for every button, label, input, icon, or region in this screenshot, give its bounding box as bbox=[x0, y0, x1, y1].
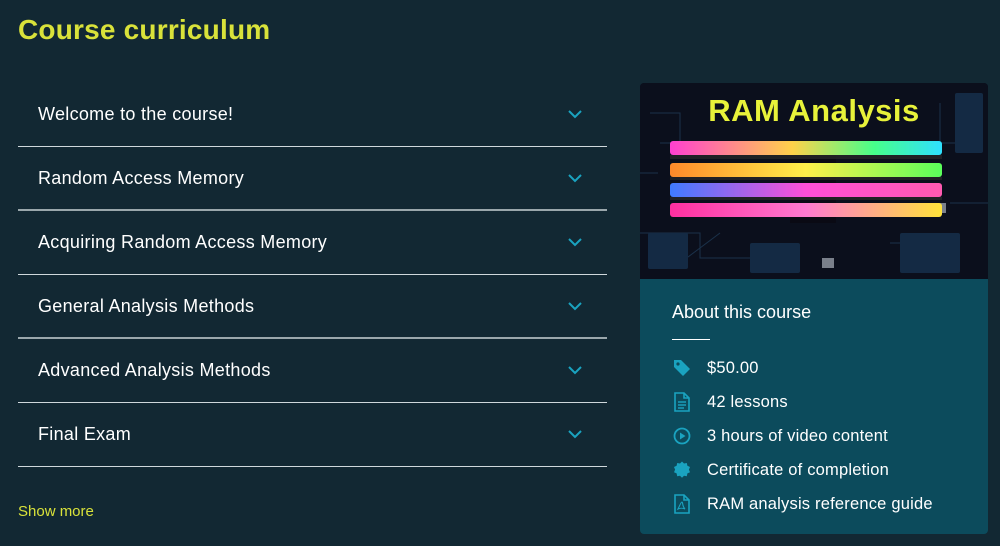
section-advanced-analysis[interactable]: Advanced Analysis Methods bbox=[18, 339, 607, 403]
curriculum-accordion: Welcome to the course! Random Access Mem… bbox=[18, 83, 607, 467]
section-label: Welcome to the course! bbox=[38, 104, 234, 124]
chevron-down-icon[interactable] bbox=[567, 363, 583, 379]
feature-text: $50.00 bbox=[707, 358, 759, 377]
about-heading: About this course bbox=[672, 302, 812, 322]
section-general-analysis[interactable]: General Analysis Methods bbox=[18, 275, 607, 339]
banner-title: RAM Analysis bbox=[708, 93, 920, 128]
feature-reference-guide: RAM analysis reference guide bbox=[672, 494, 933, 514]
certificate-badge-icon bbox=[672, 460, 692, 480]
feature-video: 3 hours of video content bbox=[672, 426, 888, 446]
play-circle-icon bbox=[672, 426, 692, 446]
section-acquiring-ram[interactable]: Acquiring Random Access Memory bbox=[18, 211, 607, 275]
chevron-down-icon[interactable] bbox=[567, 235, 583, 251]
heading-divider bbox=[672, 339, 710, 340]
feature-text: RAM analysis reference guide bbox=[707, 494, 933, 513]
section-label: Final Exam bbox=[38, 424, 132, 444]
section-label: Random Access Memory bbox=[38, 167, 245, 188]
chevron-down-icon[interactable] bbox=[567, 427, 583, 443]
feature-certificate: Certificate of completion bbox=[672, 460, 889, 480]
course-info-card: RAM Analysis About this course $50.00 42… bbox=[640, 83, 988, 534]
section-random-access-memory[interactable]: Random Access Memory bbox=[18, 147, 607, 211]
section-label: Advanced Analysis Methods bbox=[38, 360, 271, 380]
section-label: Acquiring Random Access Memory bbox=[38, 232, 328, 252]
feature-price: $50.00 bbox=[672, 358, 759, 378]
feature-text: 3 hours of video content bbox=[707, 426, 888, 445]
page-title: Course curriculum bbox=[18, 14, 271, 45]
section-welcome[interactable]: Welcome to the course! bbox=[18, 83, 607, 147]
feature-text: 42 lessons bbox=[707, 392, 788, 411]
chevron-down-icon[interactable] bbox=[567, 298, 583, 314]
chevron-down-icon[interactable] bbox=[567, 170, 583, 186]
section-label: General Analysis Methods bbox=[38, 295, 255, 316]
show-more-link[interactable]: Show more bbox=[18, 503, 94, 520]
section-final-exam[interactable]: Final Exam bbox=[18, 403, 607, 467]
document-icon bbox=[672, 392, 692, 412]
price-tag-icon bbox=[672, 358, 692, 378]
course-banner-image: RAM Analysis bbox=[640, 83, 988, 279]
feature-lessons: 42 lessons bbox=[672, 392, 788, 412]
chevron-down-icon[interactable] bbox=[567, 107, 583, 123]
feature-text: Certificate of completion bbox=[707, 460, 889, 479]
pdf-file-icon bbox=[672, 494, 692, 514]
